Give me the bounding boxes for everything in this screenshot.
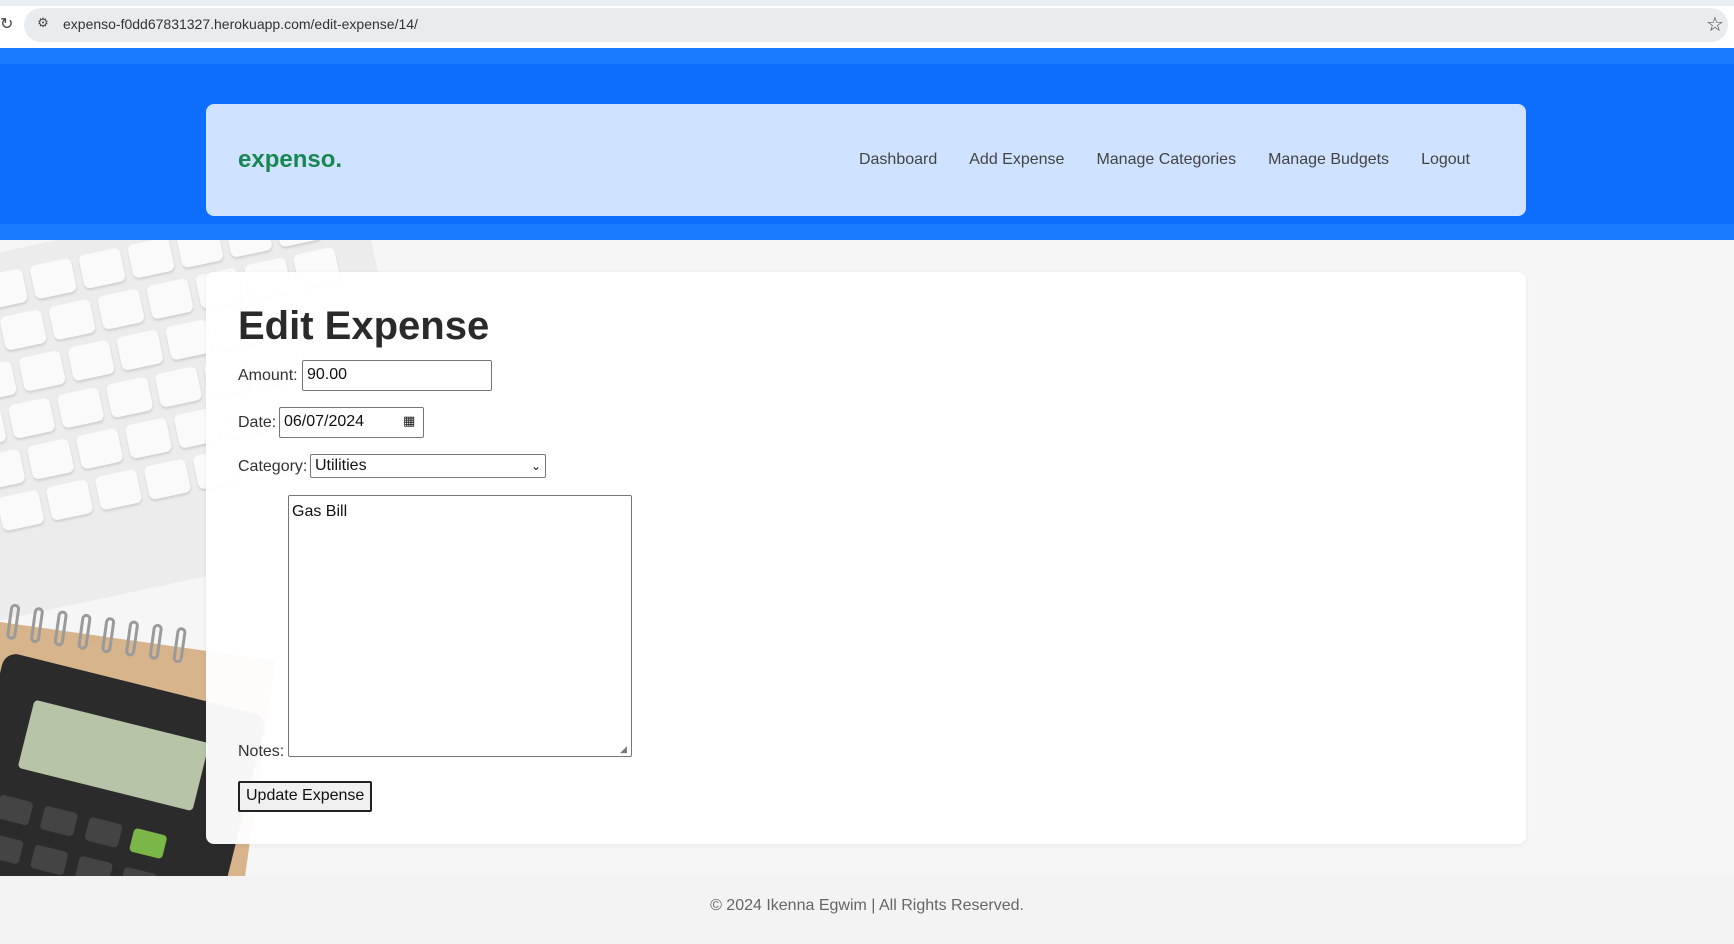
category-value: Utilities xyxy=(315,457,367,474)
header-top-edge xyxy=(0,48,1734,64)
notes-value: Gas Bill xyxy=(292,503,348,520)
update-expense-button[interactable]: Update Expense xyxy=(238,781,373,812)
nav-link-logout[interactable]: Logout xyxy=(1421,148,1470,172)
amount-input[interactable]: 90.00 xyxy=(302,360,492,391)
tab-strip xyxy=(0,0,1734,6)
date-value: 06/07/2024 xyxy=(284,413,365,430)
bookmark-star-icon[interactable]: ☆ xyxy=(1706,12,1724,36)
notes-textarea[interactable]: Gas Bill ◢ xyxy=(288,495,632,757)
header-bottom-edge xyxy=(0,224,1734,240)
calculator-screen xyxy=(17,699,210,812)
amount-label: Amount: xyxy=(238,367,298,384)
page-title: Edit Expense xyxy=(238,304,490,348)
category-label: Category: xyxy=(238,458,308,475)
chevron-down-icon: ⌄ xyxy=(530,459,541,473)
nav-link-dashboard[interactable]: Dashboard xyxy=(859,148,937,172)
nav-link-manage-budgets[interactable]: Manage Budgets xyxy=(1268,148,1389,172)
browser-bar: ↻ ⚙ expenso-f0dd67831327.herokuapp.com/e… xyxy=(0,0,1734,48)
date-input[interactable]: 06/07/2024 ▦ xyxy=(279,407,424,438)
notes-label: Notes: xyxy=(238,743,285,760)
edit-expense-card: Edit Expense Amount: 90.00 Date: 06/07/2… xyxy=(206,272,1526,844)
amount-value: 90.00 xyxy=(307,366,348,383)
nav-link-add-expense[interactable]: Add Expense xyxy=(969,148,1064,172)
navbar: expenso. Dashboard Add Expense Manage Ca… xyxy=(206,104,1526,216)
date-label: Date: xyxy=(238,414,277,431)
resize-handle-icon[interactable]: ◢ xyxy=(620,745,630,755)
category-select[interactable]: Utilities ⌄ xyxy=(310,454,546,478)
nav-links: Dashboard Add Expense Manage Categories … xyxy=(859,148,1470,172)
footer-copyright: © 2024 Ikenna Egwim | All Rights Reserve… xyxy=(710,897,1024,914)
nav-link-manage-categories[interactable]: Manage Categories xyxy=(1096,148,1236,172)
url-text[interactable]: expenso-f0dd67831327.herokuapp.com/edit-… xyxy=(63,15,418,33)
site-settings-icon[interactable]: ⚙ xyxy=(34,15,52,33)
reload-icon[interactable]: ↻ xyxy=(0,14,13,34)
footer: © 2024 Ikenna Egwim | All Rights Reserve… xyxy=(0,876,1734,944)
calendar-icon[interactable]: ▦ xyxy=(403,414,419,430)
brand-logo[interactable]: expenso. xyxy=(238,144,342,176)
